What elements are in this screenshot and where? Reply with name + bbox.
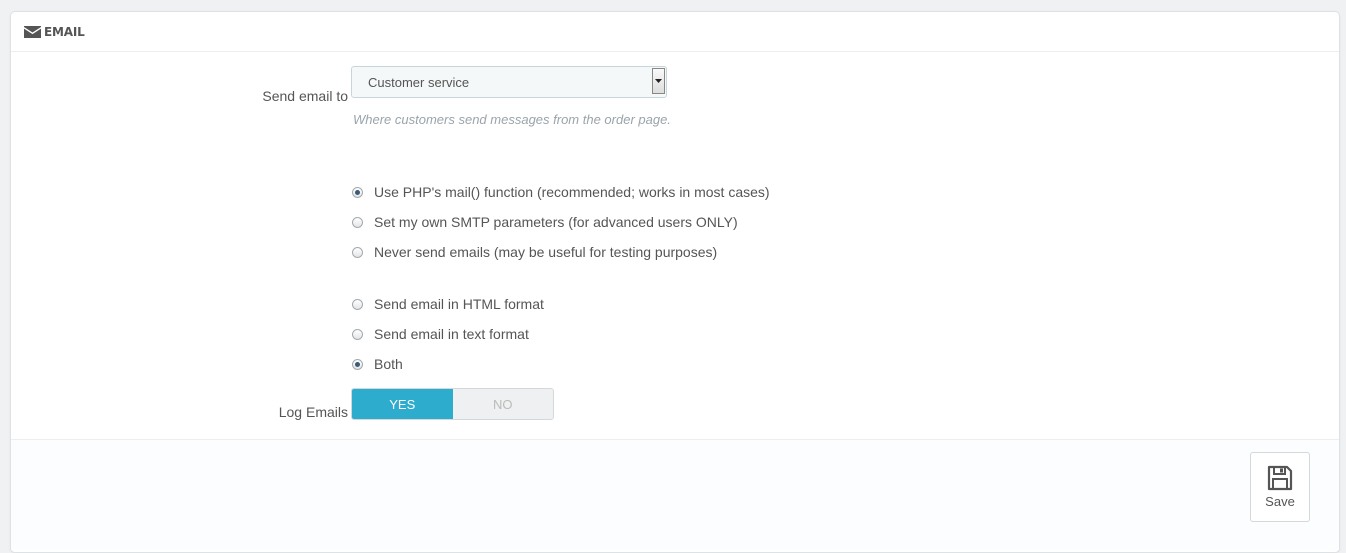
radio-label: Both bbox=[374, 356, 403, 372]
panel-title: EMAIL bbox=[44, 24, 85, 39]
radio-checked-icon[interactable] bbox=[352, 186, 363, 198]
send-email-to-label: Send email to bbox=[262, 88, 348, 104]
save-button[interactable]: Save bbox=[1250, 452, 1310, 522]
log-emails-switch[interactable]: YES NO bbox=[351, 388, 554, 420]
save-label: Save bbox=[1265, 494, 1295, 509]
radio-label: Send email in HTML format bbox=[374, 296, 544, 312]
envelope-icon bbox=[24, 25, 41, 38]
panel-footer bbox=[11, 439, 1339, 550]
send-email-to-help: Where customers send messages from the o… bbox=[353, 112, 671, 127]
radio-never-send[interactable]: Never send emails (may be useful for tes… bbox=[352, 244, 717, 260]
radio-label: Never send emails (may be useful for tes… bbox=[374, 244, 718, 260]
radio-php-mail[interactable]: Use PHP's mail() function (recommended; … bbox=[352, 184, 770, 200]
log-emails-yes[interactable]: YES bbox=[352, 389, 453, 419]
log-emails-label: Log Emails bbox=[278, 404, 348, 420]
radio-unchecked-icon[interactable] bbox=[352, 246, 363, 258]
radio-label: Use PHP's mail() function (recommended; … bbox=[374, 184, 770, 200]
send-email-to-select[interactable]: Customer service bbox=[351, 66, 667, 98]
radio-unchecked-icon[interactable] bbox=[352, 298, 363, 310]
radio-unchecked-icon[interactable] bbox=[352, 216, 363, 228]
panel-heading: EMAIL bbox=[11, 12, 1339, 52]
radio-label: Send email in text format bbox=[374, 326, 529, 342]
radio-checked-icon[interactable] bbox=[352, 358, 363, 370]
radio-unchecked-icon[interactable] bbox=[352, 328, 363, 340]
radio-label: Set my own SMTP parameters (for advanced… bbox=[374, 214, 738, 230]
radio-text-format[interactable]: Send email in text format bbox=[352, 326, 529, 342]
radio-both-format[interactable]: Both bbox=[352, 356, 403, 372]
select-arrow-icon[interactable] bbox=[652, 68, 665, 94]
log-emails-no[interactable]: NO bbox=[452, 389, 553, 419]
radio-html-format[interactable]: Send email in HTML format bbox=[352, 296, 544, 312]
floppy-disk-icon bbox=[1267, 465, 1293, 491]
send-email-to-value: Customer service bbox=[368, 74, 470, 90]
radio-smtp[interactable]: Set my own SMTP parameters (for advanced… bbox=[352, 214, 738, 230]
